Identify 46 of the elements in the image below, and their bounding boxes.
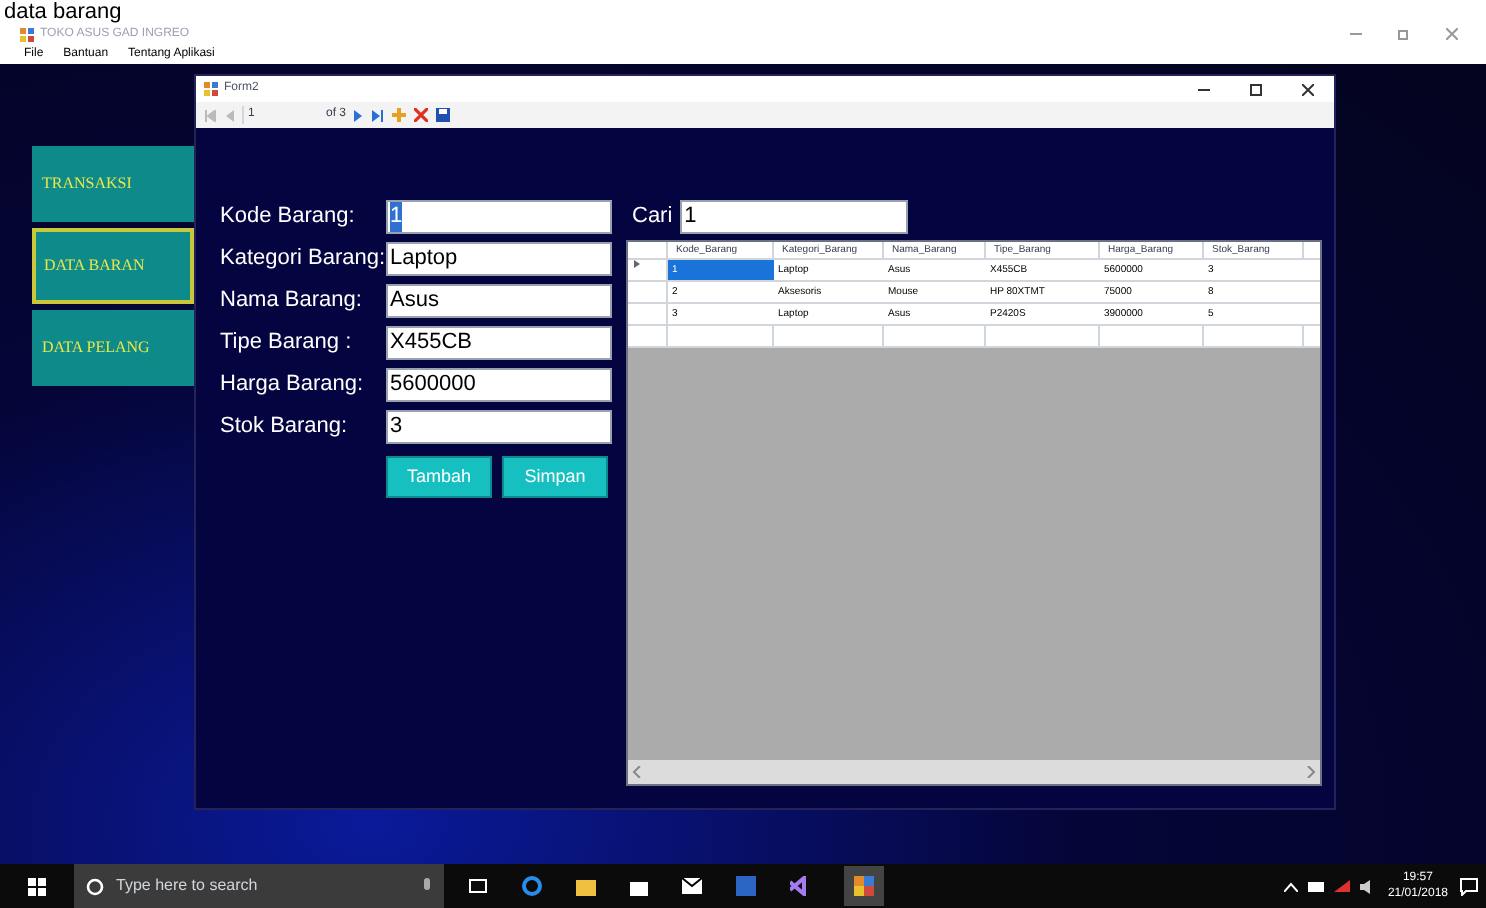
field-label: Harga Barang:	[220, 370, 366, 401]
input-field[interactable]: 3	[386, 410, 612, 444]
network-icon[interactable]	[1333, 880, 1350, 892]
search-placeholder: Type here to search	[116, 874, 260, 898]
next-record-icon[interactable]	[354, 109, 365, 121]
delete-icon[interactable]	[414, 108, 429, 122]
folder-icon[interactable]	[576, 877, 596, 895]
field-label: Nama Barang:	[220, 286, 364, 317]
field-label: Kode Barang:	[220, 202, 357, 233]
input-field[interactable]: 1	[386, 200, 612, 234]
last-record-icon[interactable]	[372, 109, 385, 121]
chevron-up-icon[interactable]	[1283, 881, 1298, 891]
task-view-icon[interactable]	[468, 878, 488, 894]
notification-icon[interactable]	[1460, 877, 1478, 895]
taskbar-app-button[interactable]	[844, 866, 884, 906]
search-label: Cari	[632, 202, 673, 233]
app-icon	[854, 876, 874, 896]
restore-icon[interactable]	[1398, 28, 1410, 40]
field-label: Kategori Barang:	[220, 244, 386, 275]
close-icon[interactable]	[1302, 83, 1314, 95]
caption-text: data barang	[4, 0, 122, 24]
taskbar-search-field[interactable]: Type here to search	[74, 864, 444, 908]
battery-icon[interactable]	[1307, 881, 1324, 891]
browser-icon[interactable]	[522, 876, 542, 896]
app-icon	[20, 27, 34, 41]
input-field[interactable]: 5600000	[386, 368, 612, 402]
envelope-icon[interactable]	[682, 878, 702, 894]
volume-icon[interactable]	[1359, 879, 1376, 893]
input-field[interactable]: Asus	[386, 284, 612, 318]
field-label: Stok Barang:	[220, 412, 350, 443]
input-field[interactable]: Laptop	[386, 242, 612, 276]
input-field[interactable]: X455CB	[386, 326, 612, 360]
microphone-icon[interactable]	[422, 878, 432, 894]
search-field[interactable]: 1	[680, 200, 909, 234]
visual-studio-icon[interactable]	[790, 876, 810, 896]
minimize-icon[interactable]	[1198, 83, 1210, 95]
maximize-icon[interactable]	[1250, 83, 1262, 95]
horizontal-scrollbar[interactable]	[628, 760, 1320, 784]
windows-start-icon[interactable]	[28, 877, 46, 895]
app-icon	[204, 82, 218, 96]
field-label: Tipe Barang :	[220, 328, 354, 359]
scroll-left-icon[interactable]	[632, 766, 642, 778]
search-icon	[86, 877, 104, 895]
save-icon[interactable]	[436, 108, 451, 122]
scroll-right-icon[interactable]	[1306, 766, 1316, 778]
row-pointer-icon	[634, 260, 640, 268]
